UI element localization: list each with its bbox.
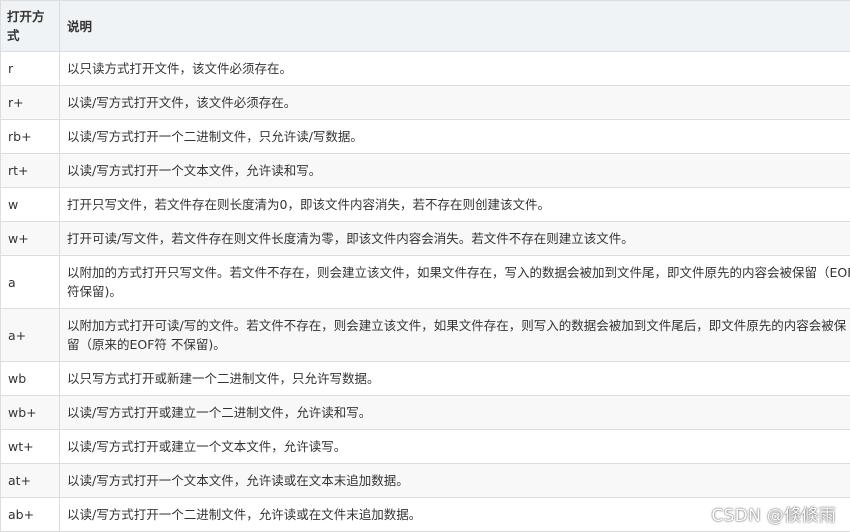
table-row: wb+ 以读/写方式打开或建立一个二进制文件，允许读和写。 <box>0 395 850 430</box>
description-cell: 以读/写方式打开一个二进制文件，只允许读/写数据。 <box>59 119 850 154</box>
description-cell: 以读/写方式打开一个文本文件，允许读或在文本末追加数据。 <box>59 463 850 498</box>
table-row: rt+ 以读/写方式打开一个文本文件，允许读和写。 <box>0 153 850 188</box>
csdn-watermark: CSDN @倏倏雨 <box>711 506 836 526</box>
description-cell: 以读/写方式打开文件，该文件必须存在。 <box>59 85 850 120</box>
file-open-modes-table: 打开方式 说明 r 以只读方式打开文件，该文件必须存在。 r+ 以读/写方式打开… <box>0 0 850 532</box>
mode-cell: a+ <box>0 308 60 362</box>
mode-cell: at+ <box>0 463 60 498</box>
header-description: 说明 <box>59 0 850 52</box>
mode-cell: ab+ <box>0 497 60 532</box>
table-row: a+ 以附加方式打开可读/写的文件。若文件不存在，则会建立该文件，如果文件存在，… <box>0 308 850 362</box>
table-row: at+ 以读/写方式打开一个文本文件，允许读或在文本末追加数据。 <box>0 463 850 498</box>
table-row: rb+ 以读/写方式打开一个二进制文件，只允许读/写数据。 <box>0 119 850 154</box>
mode-cell: wb <box>0 361 60 396</box>
description-cell: 以只写方式打开或新建一个二进制文件，只允许写数据。 <box>59 361 850 396</box>
table-row: r 以只读方式打开文件，该文件必须存在。 <box>0 51 850 86</box>
mode-cell: wt+ <box>0 429 60 464</box>
table-header-row: 打开方式 说明 <box>0 0 850 52</box>
description-cell: 以附加的方式打开只写文件。若文件不存在，则会建立该文件，如果文件存在，写入的数据… <box>59 255 850 309</box>
table-row: wt+ 以读/写方式打开或建立一个文本文件，允许读写。 <box>0 429 850 464</box>
description-cell: 打开只写文件，若文件存在则长度清为0，即该文件内容消失，若不存在则创建该文件。 <box>59 187 850 222</box>
mode-cell: a <box>0 255 60 309</box>
mode-cell: w <box>0 187 60 222</box>
table-row: w+ 打开可读/写文件，若文件存在则文件长度清为零，即该文件内容会消失。若文件不… <box>0 221 850 256</box>
description-cell: 以读/写方式打开一个文本文件，允许读和写。 <box>59 153 850 188</box>
mode-cell: r <box>0 51 60 86</box>
mode-cell: w+ <box>0 221 60 256</box>
description-cell: 以只读方式打开文件，该文件必须存在。 <box>59 51 850 86</box>
header-open-mode: 打开方式 <box>0 0 60 52</box>
table-row: r+ 以读/写方式打开文件，该文件必须存在。 <box>0 85 850 120</box>
table-row: a 以附加的方式打开只写文件。若文件不存在，则会建立该文件，如果文件存在，写入的… <box>0 255 850 309</box>
mode-cell: rt+ <box>0 153 60 188</box>
table-row: wb 以只写方式打开或新建一个二进制文件，只允许写数据。 <box>0 361 850 396</box>
mode-cell: rb+ <box>0 119 60 154</box>
mode-cell: wb+ <box>0 395 60 430</box>
description-cell: 打开可读/写文件，若文件存在则文件长度清为零，即该文件内容会消失。若文件不存在则… <box>59 221 850 256</box>
description-cell: 以读/写方式打开或建立一个二进制文件，允许读和写。 <box>59 395 850 430</box>
table-row: w 打开只写文件，若文件存在则长度清为0，即该文件内容消失，若不存在则创建该文件… <box>0 187 850 222</box>
mode-cell: r+ <box>0 85 60 120</box>
description-cell: 以读/写方式打开或建立一个文本文件，允许读写。 <box>59 429 850 464</box>
description-cell: 以附加方式打开可读/写的文件。若文件不存在，则会建立该文件，如果文件存在，则写入… <box>59 308 850 362</box>
